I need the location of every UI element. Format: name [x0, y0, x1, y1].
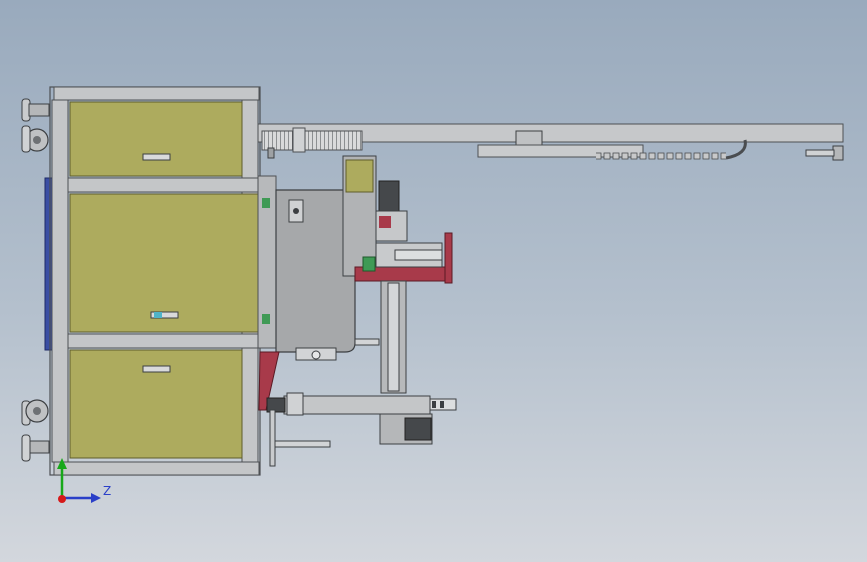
- panel-middle: [69, 193, 261, 333]
- origin-dot-icon: [58, 495, 66, 503]
- vertical-column: [354, 280, 407, 394]
- z-axis-arrow-icon: [62, 493, 101, 503]
- door-hinge-strip: [257, 175, 277, 349]
- side-cover-blue: [44, 177, 53, 351]
- caster-wheel-bottom: [21, 399, 50, 462]
- upper-linear-arm: [257, 123, 844, 161]
- caster-wheel-top: [21, 98, 50, 153]
- panel-top: [69, 101, 243, 177]
- cad-viewport[interactable]: [0, 0, 867, 562]
- lower-linear-slide: [266, 392, 457, 467]
- panel-bottom: [69, 349, 243, 459]
- z-axis-label: Z: [103, 484, 112, 498]
